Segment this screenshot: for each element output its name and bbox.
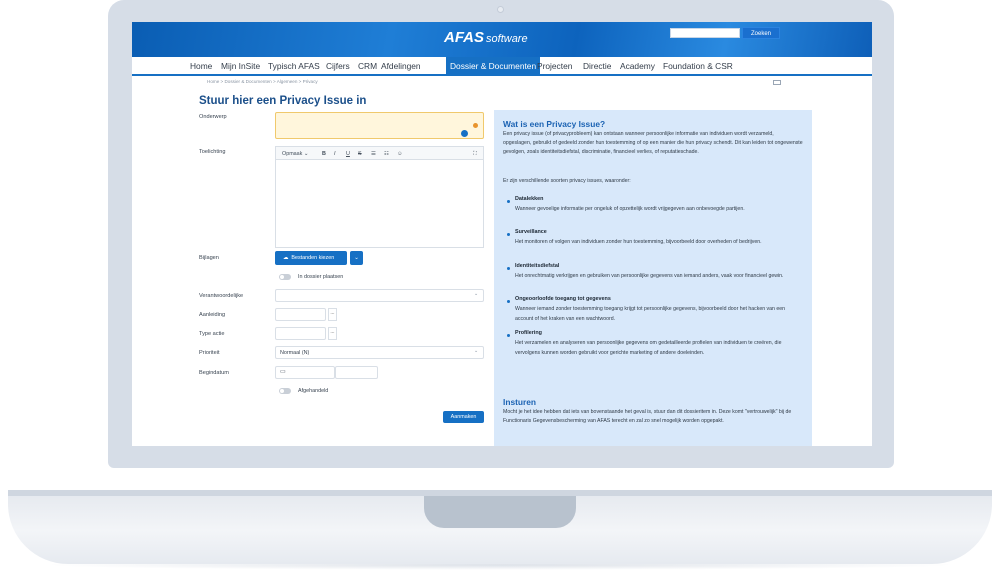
desc-surveillance: Het monitoren of volgen van individuen z… xyxy=(515,239,762,245)
label-onderwerp: Onderwerp xyxy=(199,114,227,120)
begintijd-input[interactable] xyxy=(335,366,378,379)
format-dropdown[interactable]: Opmaak ⌄ xyxy=(282,147,308,161)
afas-logo[interactable]: AFAS software xyxy=(444,29,528,46)
term-profilering: Profilering xyxy=(515,330,542,336)
chevron-down-icon: ⌄ xyxy=(354,255,359,261)
nav-directie[interactable]: Directie xyxy=(583,57,611,76)
camera-icon xyxy=(497,6,504,13)
bullet-icon xyxy=(507,233,510,236)
desc-datalekken: Wanneer gevoelige informatie per ongeluk… xyxy=(515,206,745,212)
label-aanleiding: Aanleiding xyxy=(199,312,226,318)
onderwerp-input[interactable] xyxy=(275,112,484,139)
chevron-down-icon: ⌄ xyxy=(474,291,479,297)
upload-options-button[interactable]: ⌄ xyxy=(350,251,363,265)
submit-button[interactable]: Aanmaken xyxy=(443,411,484,423)
term-ongeoorloofde-toegang: Ongeoorloofde toegang tot gegevens xyxy=(515,296,611,302)
insturen-text: Mocht je het idee hebben dat iets van bo… xyxy=(503,409,792,425)
term-surveillance: Surveillance xyxy=(515,229,547,235)
desc-profilering: Het verzamelen en analyseren van persoon… xyxy=(515,340,782,356)
laptop-mockup: AFAS software Zoeken Home Mijn InSite Typ… xyxy=(0,0,1000,572)
italic-button[interactable]: I xyxy=(334,147,336,161)
header-banner: AFAS software Zoeken xyxy=(132,22,872,57)
desc-identiteitsdiefstal: Het onrechtmatig verkrijgen en gebruiken… xyxy=(515,273,784,279)
calendar-icon[interactable]: ▭ xyxy=(280,368,286,375)
aanleiding-lookup-button[interactable]: ... xyxy=(328,308,337,321)
afgehandeld-toggle[interactable] xyxy=(279,388,291,394)
label-prioriteit: Prioriteit xyxy=(199,350,220,356)
info-panel: Wat is een Privacy Issue? Een privacy is… xyxy=(494,110,812,446)
underline-button[interactable]: U xyxy=(346,147,350,161)
nav-cijfers[interactable]: Cijfers xyxy=(326,57,350,76)
format-label: Opmaak xyxy=(282,151,303,157)
dossier-toggle[interactable] xyxy=(279,274,291,280)
screen: AFAS software Zoeken Home Mijn InSite Typ… xyxy=(132,22,872,446)
nav-academy[interactable]: Academy xyxy=(620,57,655,76)
search-button[interactable]: Zoeken xyxy=(742,27,780,39)
afgehandeld-toggle-label: Afgehandeld xyxy=(298,388,329,394)
breadcrumb[interactable]: Home > Dossier & Documenten > Algemeen >… xyxy=(207,79,318,84)
chevron-down-icon: ⌄ xyxy=(474,348,479,354)
info-sorts: Er zijn verschillende soorten privacy is… xyxy=(503,178,631,184)
aanleiding-input[interactable] xyxy=(275,308,326,321)
label-toelichting: Toelichting xyxy=(199,149,226,155)
assist-icon[interactable] xyxy=(461,130,468,137)
bold-button[interactable]: B xyxy=(322,147,326,161)
emoji-icon[interactable]: ☺ xyxy=(397,147,403,161)
expand-icon[interactable]: ⛶ xyxy=(473,147,477,161)
bullet-icon xyxy=(507,267,510,270)
type-actie-lookup-button[interactable]: ... xyxy=(328,327,337,340)
bullet-list-icon[interactable]: ☰ xyxy=(371,147,376,161)
upload-label: Bestanden kiezen xyxy=(291,255,335,261)
verantwoordelijke-select[interactable] xyxy=(275,289,484,302)
label-bijlagen: Bijlagen xyxy=(199,255,219,261)
term-datalekken: Datalekken xyxy=(515,196,544,202)
nav-dossier-documenten[interactable]: Dossier & Documenten xyxy=(446,57,541,76)
label-type-actie: Type actie xyxy=(199,331,225,337)
prioriteit-value: Normaal (N) xyxy=(280,350,310,356)
logo-suffix: software xyxy=(486,33,528,45)
bullet-icon xyxy=(507,200,510,203)
search-input[interactable] xyxy=(670,28,740,38)
nav-home[interactable]: Home xyxy=(190,57,212,76)
page-title: Stuur hier een Privacy Issue in xyxy=(199,95,367,107)
label-verantwoordelijke: Verantwoordelijke xyxy=(199,293,244,299)
nav-mijn-insite[interactable]: Mijn InSite xyxy=(221,57,260,76)
cloud-upload-icon: ☁ xyxy=(283,255,289,261)
bullet-icon xyxy=(507,334,510,337)
upload-button[interactable]: ☁ Bestanden kiezen xyxy=(275,251,347,265)
chevron-down-icon: ⌄ xyxy=(303,151,309,157)
insturen-heading: Insturen xyxy=(503,397,537,407)
label-begindatum: Begindatum xyxy=(199,370,229,376)
strikethrough-button[interactable]: S xyxy=(358,147,362,161)
main-nav: Home Mijn InSite Typisch AFAS Cijfers CR… xyxy=(132,57,872,76)
desc-ongeoorloofde-toegang: Wanneer iemand zonder toestemming toegan… xyxy=(515,306,786,322)
toelichting-editor[interactable] xyxy=(275,160,484,248)
nav-projecten[interactable]: Projecten xyxy=(537,57,572,76)
type-actie-input[interactable] xyxy=(275,327,326,340)
numbered-list-icon[interactable]: ☷ xyxy=(384,147,389,161)
info-heading: Wat is een Privacy Issue? xyxy=(503,119,606,129)
warning-icon xyxy=(473,123,478,128)
nav-typisch-afas[interactable]: Typisch AFAS xyxy=(268,57,320,76)
nav-crm[interactable]: CRM xyxy=(358,57,377,76)
nav-afdelingen[interactable]: Afdelingen xyxy=(381,57,421,76)
dossier-toggle-label: In dossier plaatsen xyxy=(298,274,344,280)
mail-icon[interactable] xyxy=(773,80,781,85)
bullet-icon xyxy=(507,300,510,303)
logo-brand: AFAS xyxy=(444,29,485,46)
editor-toolbar: Opmaak ⌄ B I U S ☰ ☷ ☺ ⛶ xyxy=(275,146,484,160)
laptop-notch xyxy=(424,496,576,528)
nav-foundation-csr[interactable]: Foundation & CSR xyxy=(663,57,733,76)
info-intro: Een privacy issue (of privacyprobleem) k… xyxy=(503,131,803,156)
term-identiteitsdiefstal: Identiteitsdiefstal xyxy=(515,263,560,269)
